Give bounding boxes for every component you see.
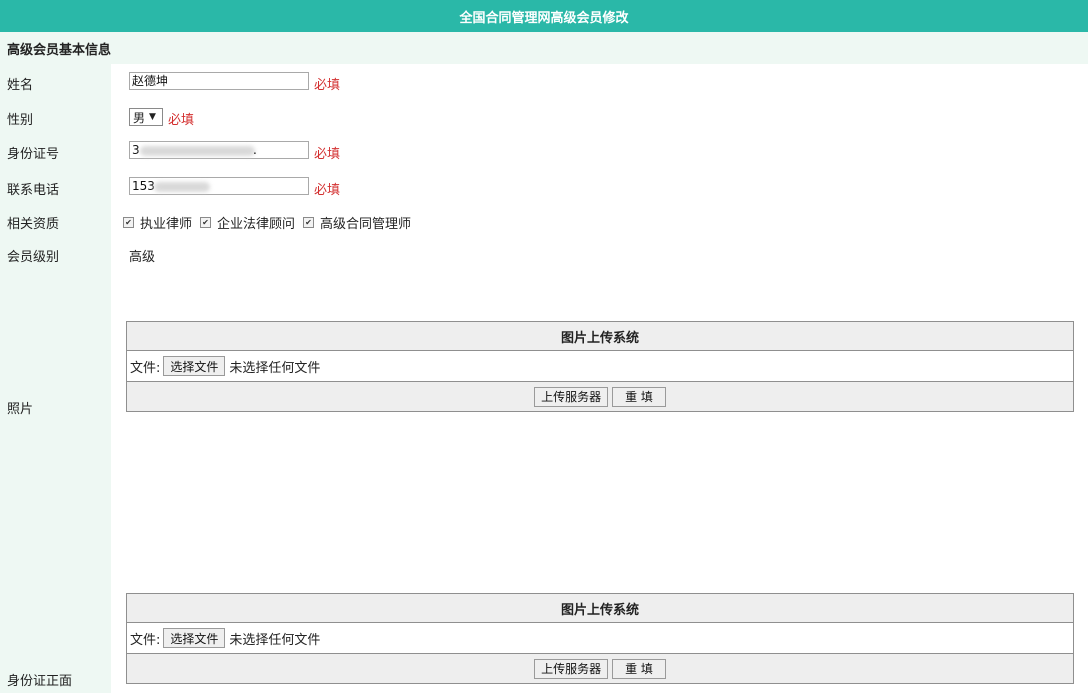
checkbox-legal-advisor-label: 企业法律顾问	[217, 217, 296, 232]
redacted-id-blur	[140, 146, 255, 156]
id-front-no-file-text: 未选择任何文件	[229, 632, 321, 648]
name-required: 必填	[314, 78, 341, 93]
id-number-value-end: .	[253, 143, 257, 157]
phone-required: 必填	[314, 183, 341, 198]
id-front-file-row: 文件: 选择文件 未选择任何文件	[127, 623, 1073, 654]
id-front-file-label: 文件:	[130, 632, 161, 648]
id-front-upload-title: 图片上传系统	[127, 594, 1073, 623]
phone-value: 153	[132, 179, 155, 193]
id-front-upload-button[interactable]: 上传服务器	[534, 658, 609, 679]
id-number-input[interactable]: 3 .	[129, 141, 309, 159]
redacted-phone-blur	[154, 182, 210, 192]
photo-upload-panel: 图片上传系统 文件: 选择文件 未选择任何文件 上传服务器 重 填	[126, 321, 1074, 412]
photo-choose-file-button[interactable]: 选择文件	[163, 356, 226, 376]
section-title: 高级会员基本信息	[7, 42, 112, 58]
gender-required: 必填	[168, 113, 195, 128]
page-title-bar: 全国合同管理网高级会员修改	[0, 0, 1088, 32]
gender-value: 男	[133, 110, 146, 125]
gender-select[interactable]: 男 ▼	[129, 108, 163, 126]
level-value: 高级	[129, 250, 156, 265]
id-front-choose-file-button[interactable]: 选择文件	[163, 628, 226, 648]
photo-upload-button[interactable]: 上传服务器	[534, 386, 609, 407]
id-front-reset-button[interactable]: 重 填	[612, 658, 666, 679]
chevron-down-icon: ▼	[149, 112, 156, 122]
photo-file-label: 文件:	[130, 360, 161, 376]
section-header: 高级会员基本信息	[0, 32, 1088, 64]
checkbox-contract-manager-label: 高级合同管理师	[320, 217, 412, 232]
checkbox-lawyer[interactable]: ✔	[123, 217, 134, 228]
page-title: 全国合同管理网高级会员修改	[459, 10, 629, 26]
id-number-value-start: 3	[132, 143, 140, 157]
checkbox-lawyer-label: 执业律师	[140, 217, 193, 232]
checkbox-legal-advisor[interactable]: ✔	[200, 217, 212, 228]
photo-file-row: 文件: 选择文件 未选择任何文件	[127, 351, 1073, 382]
gender-label: 性别	[7, 113, 34, 128]
photo-reset-button[interactable]: 重 填	[612, 386, 666, 407]
phone-label: 联系电话	[7, 183, 60, 198]
photo-upload-title: 图片上传系统	[127, 322, 1073, 351]
photo-actions: 上传服务器 重 填	[127, 382, 1073, 411]
id-front-upload-panel: 图片上传系统 文件: 选择文件 未选择任何文件 上传服务器 重 填	[126, 593, 1074, 684]
id-number-label: 身份证号	[7, 147, 60, 162]
qualifications-group: ✔ 执业律师 ✔ 企业法律顾问 ✔ 高级合同管理师	[122, 213, 418, 232]
checkbox-contract-manager[interactable]: ✔	[303, 217, 315, 228]
name-input[interactable]: 赵德坤	[129, 72, 309, 90]
id-front-label: 身份证正面	[7, 674, 73, 689]
photo-no-file-text: 未选择任何文件	[229, 360, 321, 376]
id-front-actions: 上传服务器 重 填	[127, 654, 1073, 683]
id-number-required: 必填	[314, 147, 341, 162]
qualifications-label: 相关资质	[7, 217, 60, 232]
photo-label: 照片	[7, 402, 34, 417]
phone-input[interactable]: 153	[129, 177, 309, 195]
name-value: 赵德坤	[132, 74, 169, 88]
name-label: 姓名	[7, 78, 34, 93]
level-label: 会员级别	[7, 250, 60, 265]
